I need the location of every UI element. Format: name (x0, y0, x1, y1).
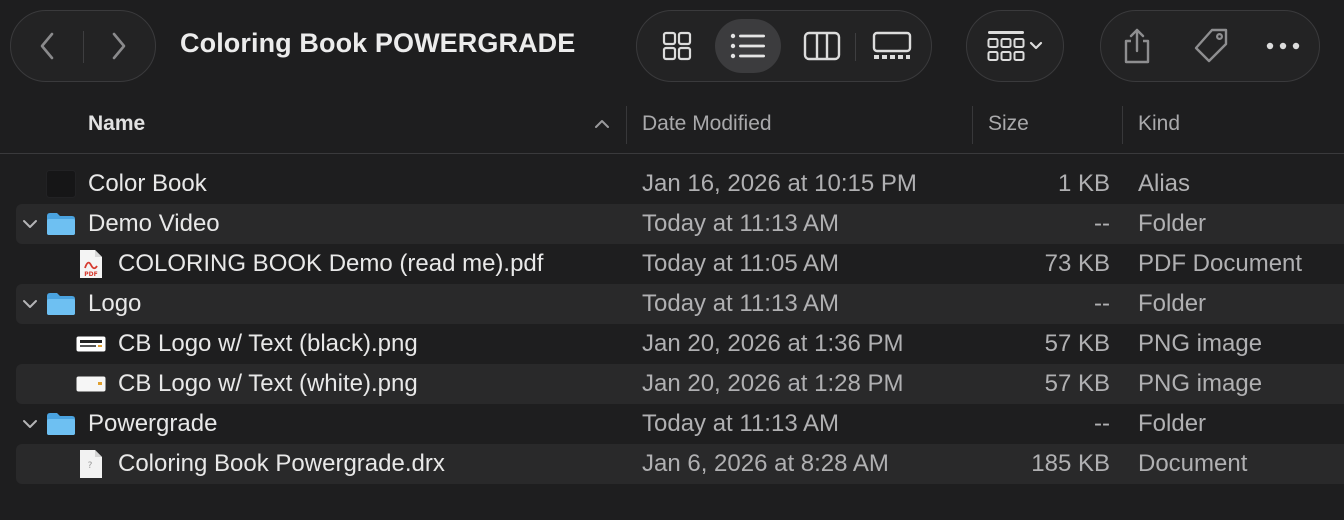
list-view-button[interactable] (715, 19, 781, 73)
column-header-kind[interactable]: Kind (1138, 104, 1180, 144)
gallery-icon (872, 31, 912, 59)
column-divider[interactable] (1122, 106, 1123, 144)
view-switcher (636, 10, 932, 82)
actions-control (1100, 10, 1320, 82)
file-kind: Folder (1138, 410, 1207, 437)
gallery-view-button[interactable] (859, 19, 925, 73)
chevron-right-icon (112, 32, 126, 60)
file-name: COLORING BOOK Demo (read me).pdf (118, 250, 544, 277)
pdf-icon: PDF (76, 250, 106, 278)
view-divider (855, 33, 856, 61)
image-thumb-white-icon (76, 370, 106, 398)
column-header-name[interactable]: Name (88, 104, 145, 144)
share-button[interactable] (1101, 11, 1173, 81)
icon-view-button[interactable] (644, 19, 710, 73)
file-list: Color Book Jan 16, 2026 at 10:15 PM 1 KB… (0, 164, 1344, 484)
file-size: -- (1094, 290, 1110, 317)
file-name: Color Book (88, 170, 207, 197)
group-by-icon (987, 31, 1025, 61)
columns-icon (803, 31, 841, 61)
chevron-down-icon (23, 300, 37, 308)
alias-icon (46, 170, 76, 198)
list-icon (730, 33, 765, 59)
file-date-modified: Today at 11:13 AM (642, 290, 840, 317)
file-size: 57 KB (1044, 330, 1110, 357)
file-name: Powergrade (88, 410, 218, 437)
file-size: 57 KB (1044, 370, 1110, 397)
file-name: CB Logo w/ Text (white).png (118, 370, 418, 397)
file-date-modified: Today at 11:05 AM (642, 250, 840, 277)
back-button[interactable] (11, 11, 83, 81)
file-size: -- (1094, 210, 1110, 237)
file-name: Coloring Book Powergrade.drx (118, 450, 445, 477)
file-size: 185 KB (1031, 450, 1110, 477)
file-size: -- (1094, 410, 1110, 437)
sort-ascending-icon (595, 120, 609, 128)
disclosure-triangle[interactable] (18, 404, 42, 444)
file-date-modified: Jan 16, 2026 at 10:15 PM (642, 170, 917, 197)
svg-text:PDF: PDF (84, 271, 97, 278)
chevron-down-icon (1029, 41, 1043, 50)
folder-icon (46, 290, 76, 318)
tag-icon (1194, 28, 1228, 63)
file-date-modified: Today at 11:13 AM (642, 410, 840, 437)
column-view-button[interactable] (789, 19, 855, 73)
file-name: Demo Video (88, 210, 220, 237)
more-button[interactable] (1247, 11, 1319, 81)
folder-icon (46, 410, 76, 438)
column-header-size[interactable]: Size (988, 104, 1029, 144)
file-date-modified: Jan 20, 2026 at 1:36 PM (642, 330, 904, 357)
file-name: CB Logo w/ Text (black).png (118, 330, 418, 357)
file-row[interactable]: CB Logo w/ Text (black).png Jan 20, 2026… (16, 324, 1344, 364)
file-kind: Folder (1138, 290, 1207, 317)
file-date-modified: Today at 11:13 AM (642, 210, 840, 237)
file-size: 1 KB (1057, 170, 1110, 197)
navigation-control (10, 10, 156, 82)
document-icon: ? (76, 450, 106, 478)
toolbar: Coloring Book POWERGRADE (0, 0, 1344, 92)
file-kind: PDF Document (1138, 250, 1303, 277)
image-thumb-black-icon (76, 330, 106, 358)
folder-row[interactable]: Logo Today at 11:13 AM -- Folder (16, 284, 1344, 324)
disclosure-triangle[interactable] (18, 204, 42, 244)
file-kind: PNG image (1138, 330, 1263, 357)
folder-icon (46, 210, 76, 238)
window-title: Coloring Book POWERGRADE (180, 28, 576, 58)
file-date-modified: Jan 20, 2026 at 1:28 PM (642, 370, 904, 397)
column-divider[interactable] (972, 106, 973, 144)
chevron-down-icon (23, 220, 37, 228)
tag-button[interactable] (1175, 11, 1247, 81)
file-date-modified: Jan 6, 2026 at 8:28 AM (642, 450, 889, 477)
chevron-left-icon (40, 32, 54, 60)
file-kind: Folder (1138, 210, 1207, 237)
folder-row[interactable]: Demo Video Today at 11:13 AM -- Folder (16, 204, 1344, 244)
column-header: Name Date Modified Size Kind (0, 104, 1344, 154)
group-by-control (966, 10, 1064, 82)
file-kind: Alias (1138, 170, 1191, 197)
file-size: 73 KB (1044, 250, 1110, 277)
file-name: Logo (88, 290, 142, 317)
chevron-down-icon (23, 420, 37, 428)
column-divider[interactable] (626, 106, 627, 144)
file-row[interactable]: CB Logo w/ Text (white).png Jan 20, 2026… (16, 364, 1344, 404)
group-by-button[interactable] (967, 11, 1063, 81)
file-kind: Document (1138, 450, 1248, 477)
file-kind: PNG image (1138, 370, 1263, 397)
file-row[interactable]: ? Coloring Book Powergrade.drx Jan 6, 20… (16, 444, 1344, 484)
file-row[interactable]: Color Book Jan 16, 2026 at 10:15 PM 1 KB… (16, 164, 1344, 204)
forward-button[interactable] (83, 11, 155, 81)
grid-icon (662, 31, 692, 61)
column-header-date-modified[interactable]: Date Modified (642, 104, 772, 144)
folder-row[interactable]: Powergrade Today at 11:13 AM -- Folder (16, 404, 1344, 444)
more-icon (1266, 42, 1300, 50)
disclosure-triangle[interactable] (18, 284, 42, 324)
svg-text:?: ? (88, 461, 93, 471)
share-icon (1124, 28, 1150, 64)
file-row[interactable]: PDF COLORING BOOK Demo (read me).pdf Tod… (16, 244, 1344, 284)
